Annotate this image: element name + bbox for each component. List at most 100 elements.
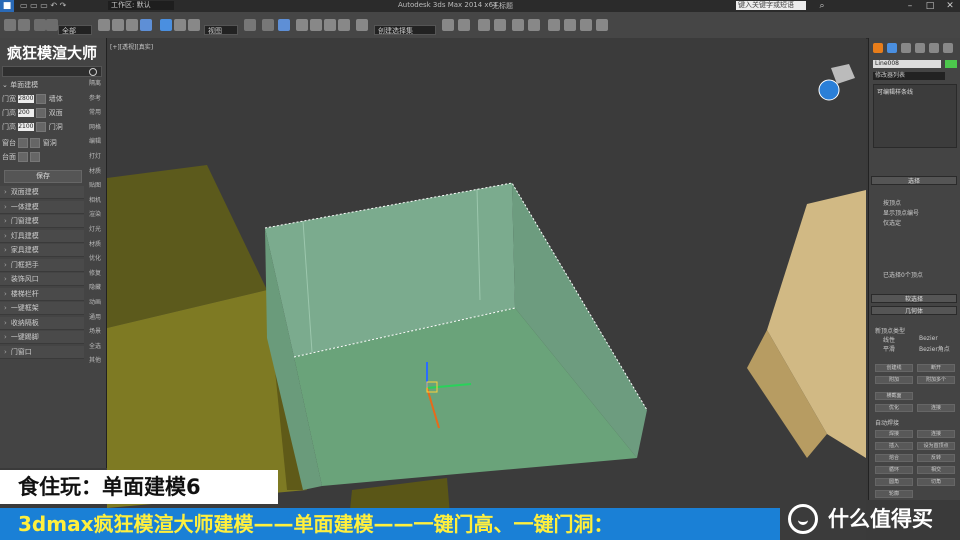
cross-section-button[interactable]: 横截面 [875,392,913,400]
viewcube-icon[interactable] [831,64,855,84]
insert-button[interactable]: 插入 [875,442,913,450]
spinner-snap-icon[interactable] [338,19,350,31]
bezier-corner-radio[interactable]: Bezier角点 [919,344,950,353]
spinner-icon[interactable] [36,108,47,118]
pivot-icon[interactable] [244,19,256,31]
by-vertex-checkbox[interactable]: 按顶点 [883,198,901,207]
attach-button[interactable]: 附加 [875,376,913,384]
rollout-selection[interactable]: 选择 [871,176,957,185]
select-object-icon[interactable] [98,19,110,31]
connect-button[interactable]: 连接 [917,404,955,412]
spinner-icon[interactable] [36,94,47,104]
render-icon[interactable] [596,19,608,31]
side-tool-button[interactable]: 其他 [86,355,104,367]
angle-snap-icon[interactable] [310,19,322,31]
side-tool-button[interactable]: 优化 [86,253,104,265]
material-editor-icon[interactable] [548,19,560,31]
modifier-list-dropdown[interactable]: 修改器列表 [873,72,945,80]
spinner-icon[interactable] [36,122,47,132]
side-tool-button[interactable]: 隐藏 [86,282,104,294]
spinner-icon[interactable] [18,138,29,148]
side-tool-button[interactable]: 通用 [86,312,104,324]
make-first-button[interactable]: 设为首顶点 [917,442,955,450]
rollout-soft-selection[interactable]: 软选择 [871,294,957,303]
fillet-button[interactable]: 圆角 [875,478,913,486]
plugin-category-item[interactable]: › 门窗建模 [0,215,84,228]
percent-snap-icon[interactable] [324,19,336,31]
spinner-icon[interactable] [18,152,29,162]
plugin-category-item[interactable]: › 楼梯栏杆 [0,287,84,301]
side-tool-button[interactable]: 修复 [86,268,104,280]
rotate-icon[interactable] [174,19,186,31]
link-icon[interactable] [34,19,46,31]
side-tool-button[interactable]: 隔离 [86,78,104,90]
create-tab-icon[interactable] [873,43,883,53]
outline-button[interactable]: 轮廓 [875,490,913,498]
plugin-category-item[interactable]: › 一键框架 [0,302,84,315]
utilities-tab-icon[interactable] [943,43,953,53]
selection-filter-dropdown[interactable]: 全部 [58,25,92,35]
redo-tool-icon[interactable] [18,19,30,31]
plugin-category-item[interactable]: › 双面建模 [0,186,84,199]
side-tool-button[interactable]: 动画 [86,297,104,309]
spinner-icon[interactable] [30,152,41,162]
width-field[interactable]: 2800 [18,95,35,103]
save-button[interactable]: 保存 [4,170,82,183]
side-tool-button[interactable]: 材质 [86,239,104,251]
select-manipulate-icon[interactable] [262,19,274,31]
workspace-dropdown[interactable]: 工作区: 默认 [108,1,174,10]
layer-manager-icon[interactable] [478,19,490,31]
spinner-icon[interactable] [30,138,41,148]
minimize-icon[interactable]: – [900,0,920,12]
display-tab-icon[interactable] [929,43,939,53]
plugin-category-item[interactable]: › 家具建模 [0,244,84,257]
maximize-icon[interactable]: □ [920,0,940,12]
cycle-button[interactable]: 循环 [875,466,913,474]
plugin-category-item[interactable]: › 一键踢脚 [0,331,84,344]
intersect-button[interactable]: 相交 [917,466,955,474]
chamfer-button[interactable]: 切角 [917,478,955,486]
plugin-category-item[interactable]: › 装饰风口 [0,273,84,286]
viewcube-home-icon[interactable] [818,79,840,101]
new-file-icon[interactable]: ▭ [20,1,28,10]
selected-only-checkbox[interactable]: 仅选定 [883,218,901,227]
show-vertex-numbers-checkbox[interactable]: 显示顶点编号 [883,208,919,217]
search-input[interactable]: 键入关键字或短语 [736,1,806,10]
smooth-radio[interactable]: 平滑 [883,344,895,353]
side-tool-button[interactable]: 相机 [86,195,104,207]
redo-icon[interactable]: ↷ [60,1,67,10]
app-logo-icon[interactable]: ■ [0,0,14,12]
plugin-category-item[interactable]: › 收纳隔板 [0,316,84,330]
keyboard-shortcut-icon[interactable] [278,19,290,31]
refine-button[interactable]: 优化 [875,404,913,412]
edit-named-selection-icon[interactable] [356,19,368,31]
side-tool-button[interactable]: 贴图 [86,180,104,192]
side-tool-button[interactable]: 场景 [86,326,104,338]
plugin-category-item[interactable]: › 门窗口 [0,345,84,359]
create-line-button[interactable]: 创建线 [875,364,913,372]
bezier-radio[interactable]: Bezier [919,335,938,342]
render-setup-icon[interactable] [564,19,576,31]
ribbon-icon[interactable] [494,19,506,31]
attach-multiple-button[interactable]: 附加多个 [917,376,955,384]
undo-tool-icon[interactable] [4,19,16,31]
close-icon[interactable]: ✕ [940,0,960,12]
search-icon[interactable]: ⌕ [812,0,832,12]
save-file-icon[interactable]: ▭ [40,1,48,10]
undo-icon[interactable]: ↶ [50,1,57,10]
plugin-category-item[interactable]: › 灯具建模 [0,229,84,243]
motion-tab-icon[interactable] [915,43,925,53]
side-tool-button[interactable]: 全选 [86,341,104,353]
side-tool-button[interactable]: 编辑 [86,136,104,148]
rollout-geometry[interactable]: 几何体 [871,306,957,315]
object-name-field[interactable]: Line008 [873,60,941,68]
height-field[interactable]: 200 [18,109,35,117]
reverse-button[interactable]: 反转 [917,454,955,462]
linear-radio[interactable]: 线性 [883,335,895,344]
side-tool-button[interactable]: 网格 [86,122,104,134]
scale-icon[interactable] [188,19,200,31]
door-height-field[interactable]: 2100 [18,123,35,131]
schematic-view-icon[interactable] [528,19,540,31]
unlink-icon[interactable] [46,19,58,31]
snap-toggle-icon[interactable] [296,19,308,31]
